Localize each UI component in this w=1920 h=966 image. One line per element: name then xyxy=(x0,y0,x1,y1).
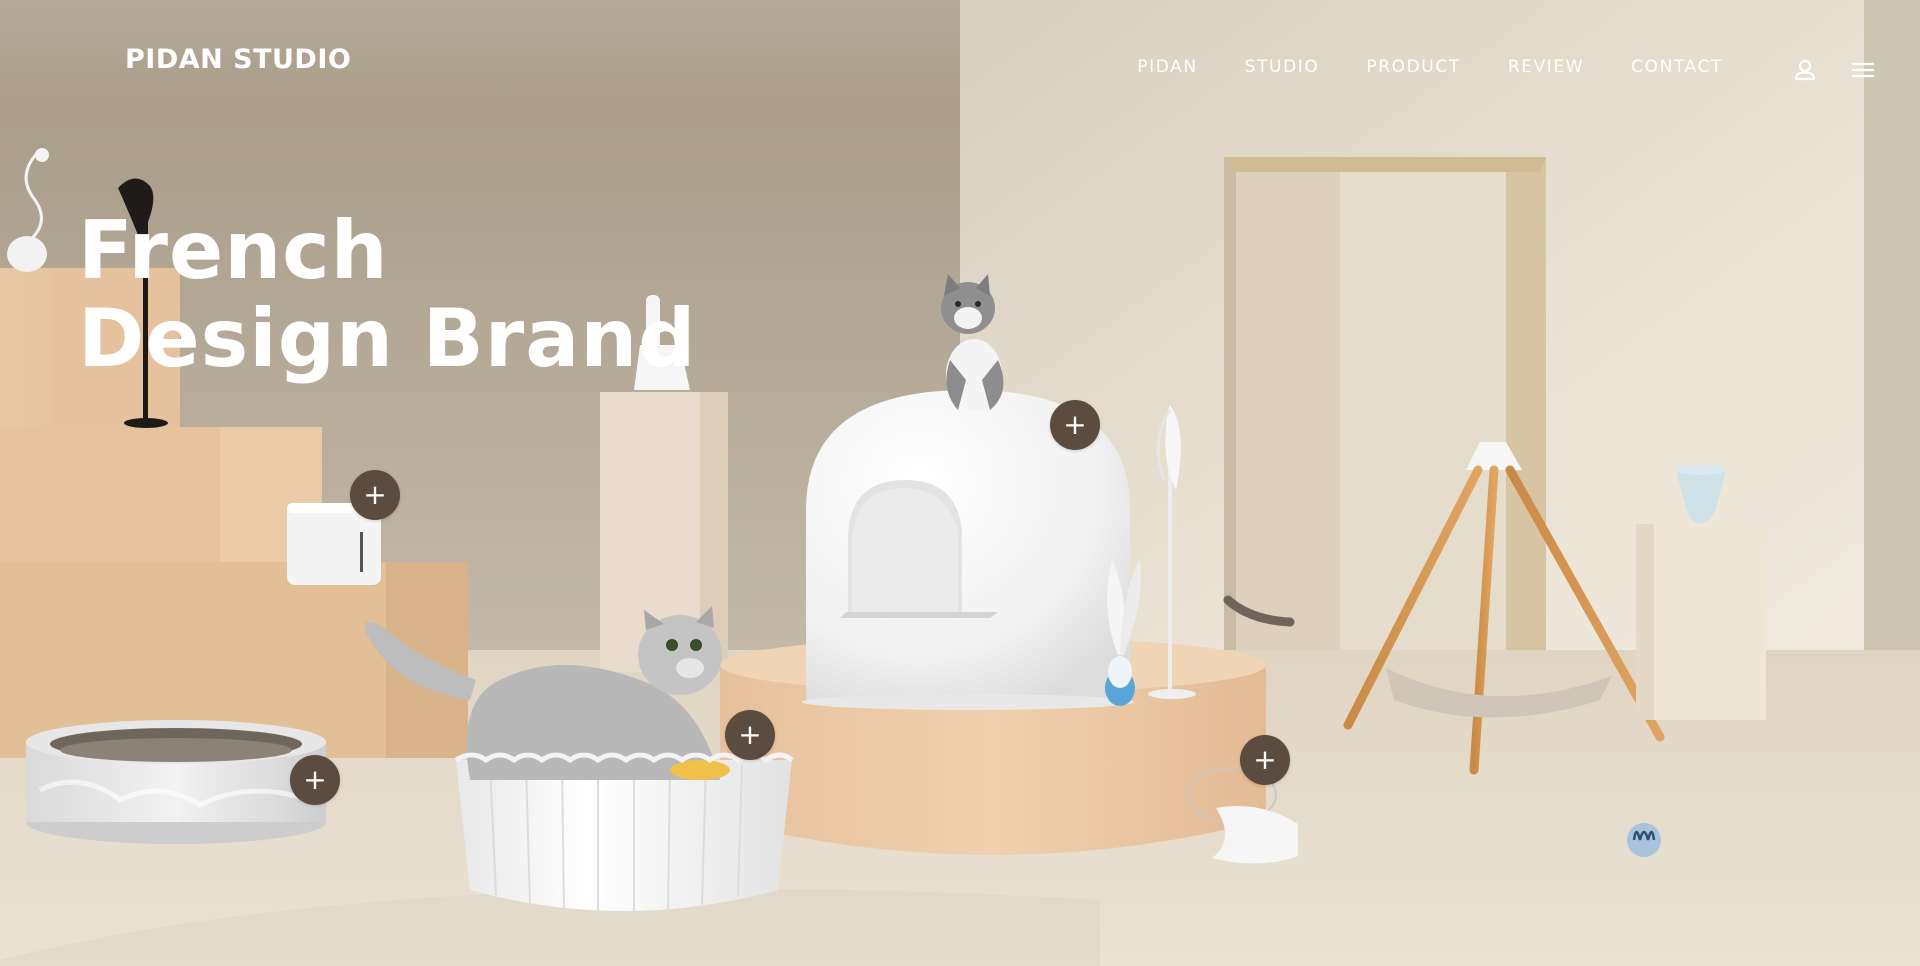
nav-item-review[interactable]: REVIEW xyxy=(1508,57,1584,77)
product-scene-illustration xyxy=(0,0,1920,966)
nav-item-pidan[interactable]: PIDAN xyxy=(1137,57,1197,77)
hero-headline: French Design Brand xyxy=(78,207,696,383)
hero-headline-line2: Design Brand xyxy=(78,292,697,385)
hamburger-menu-icon[interactable] xyxy=(1849,56,1877,84)
hero-headline-line1: French xyxy=(78,204,389,297)
hotspot-scratcher[interactable]: + xyxy=(290,755,340,805)
brand-logo[interactable]: PIDAN STUDIO xyxy=(125,44,351,75)
nav-item-product[interactable]: PRODUCT xyxy=(1366,57,1460,77)
hotspot-cat-bed-bowl[interactable]: + xyxy=(725,710,775,760)
hero-stage: PIDAN STUDIO PIDAN STUDIO PRODUCT REVIEW… xyxy=(0,0,1920,966)
user-icon[interactable] xyxy=(1791,56,1819,84)
hotspot-litter-dome[interactable]: + xyxy=(1050,400,1100,450)
hotspot-food-bowl[interactable]: + xyxy=(1240,735,1290,785)
nav-item-contact[interactable]: CONTACT xyxy=(1631,57,1723,77)
main-nav: PIDAN STUDIO PRODUCT REVIEW CONTACT xyxy=(1137,57,1723,77)
site-header: PIDAN STUDIO PIDAN STUDIO PRODUCT REVIEW… xyxy=(0,0,1920,140)
nav-item-studio[interactable]: STUDIO xyxy=(1245,57,1320,77)
hotspot-water-fountain[interactable]: + xyxy=(350,470,400,520)
